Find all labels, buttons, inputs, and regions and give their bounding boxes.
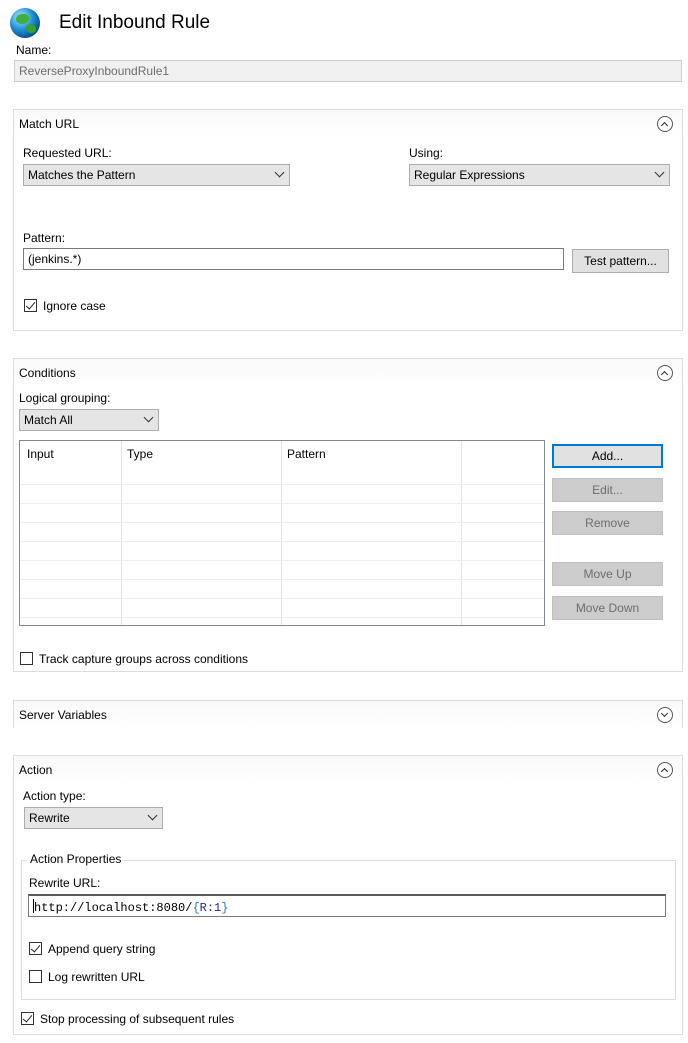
append-query-checkbox[interactable] xyxy=(29,942,42,955)
action-properties-legend: Action Properties xyxy=(27,852,125,866)
rewrite-url-variable: R:1 xyxy=(199,901,222,915)
action-header[interactable]: Action xyxy=(14,756,682,784)
using-label: Using: xyxy=(409,146,444,160)
append-query-label: Append query string xyxy=(48,942,156,956)
chevron-down-icon xyxy=(143,412,154,423)
chevron-down-icon xyxy=(274,167,285,178)
track-capture-label: Track capture groups across conditions xyxy=(39,652,248,666)
conditions-table[interactable]: Input Type Pattern xyxy=(19,440,545,626)
match-url-section: Match URL Requested URL: Matches the Pat… xyxy=(13,109,683,331)
column-header-type[interactable]: Type xyxy=(127,447,153,461)
conditions-title: Conditions xyxy=(19,366,76,380)
action-section: Action Action type: Rewrite Action Prope… xyxy=(13,755,683,1035)
rewrite-url-open-brace: { xyxy=(192,901,200,915)
server-variables-title: Server Variables xyxy=(19,708,107,722)
logical-grouping-dropdown[interactable]: Match All xyxy=(19,409,159,431)
log-rewritten-checkbox[interactable] xyxy=(29,970,42,983)
pattern-input[interactable]: (jenkins.*) xyxy=(23,248,564,270)
conditions-header[interactable]: Conditions xyxy=(14,359,682,387)
pattern-label: Pattern: xyxy=(23,231,66,245)
column-header-input[interactable]: Input xyxy=(27,447,54,461)
logical-grouping-value: Match All xyxy=(24,413,73,427)
rewrite-url-label: Rewrite URL: xyxy=(29,876,101,890)
move-down-button[interactable]: Move Down xyxy=(552,596,663,620)
action-type-label: Action type: xyxy=(23,789,86,803)
edit-condition-button[interactable]: Edit... xyxy=(552,478,663,502)
name-field: ReverseProxyInboundRule1 xyxy=(14,60,682,82)
page-title: Edit Inbound Rule xyxy=(59,12,211,33)
action-type-dropdown[interactable]: Rewrite xyxy=(24,807,163,829)
stop-processing-label: Stop processing of subsequent rules xyxy=(40,1012,235,1026)
stop-processing-checkbox[interactable] xyxy=(21,1012,34,1025)
rewrite-url-close-brace: } xyxy=(221,901,229,915)
remove-condition-button[interactable]: Remove xyxy=(552,511,663,535)
add-condition-button[interactable]: Add... xyxy=(552,444,663,468)
track-capture-checkbox[interactable] xyxy=(20,652,33,665)
match-url-header[interactable]: Match URL xyxy=(14,110,682,138)
logical-grouping-label: Logical grouping: xyxy=(19,391,111,405)
server-variables-header[interactable]: Server Variables xyxy=(14,701,682,729)
chevron-down-icon xyxy=(654,167,665,178)
column-header-pattern[interactable]: Pattern xyxy=(287,447,326,461)
expand-down-icon[interactable] xyxy=(657,707,673,723)
move-up-button[interactable]: Move Up xyxy=(552,562,663,586)
action-type-value: Rewrite xyxy=(29,811,70,825)
test-pattern-button[interactable]: Test pattern... xyxy=(572,249,669,273)
requested-url-dropdown[interactable]: Matches the Pattern xyxy=(23,164,290,186)
chevron-down-icon xyxy=(147,810,158,821)
match-url-title: Match URL xyxy=(19,117,80,131)
server-variables-section: Server Variables xyxy=(13,700,683,729)
globe-icon xyxy=(10,8,40,38)
rewrite-url-input[interactable]: http://localhost:8080/{R:1} xyxy=(28,894,666,917)
collapse-up-icon[interactable] xyxy=(657,762,673,778)
conditions-section: Conditions Logical grouping: Match All I… xyxy=(13,358,683,672)
rewrite-url-prefix: http://localhost:8080/ xyxy=(34,901,193,915)
using-value: Regular Expressions xyxy=(414,168,525,182)
collapse-up-icon[interactable] xyxy=(657,116,673,132)
ignore-case-checkbox[interactable] xyxy=(24,299,37,312)
ignore-case-label: Ignore case xyxy=(43,299,106,313)
requested-url-label: Requested URL: xyxy=(23,146,112,160)
action-title: Action xyxy=(19,763,53,777)
using-dropdown[interactable]: Regular Expressions xyxy=(409,164,670,186)
log-rewritten-label: Log rewritten URL xyxy=(48,970,145,984)
requested-url-value: Matches the Pattern xyxy=(28,168,136,182)
collapse-up-icon[interactable] xyxy=(657,365,673,381)
name-label: Name: xyxy=(16,43,52,57)
